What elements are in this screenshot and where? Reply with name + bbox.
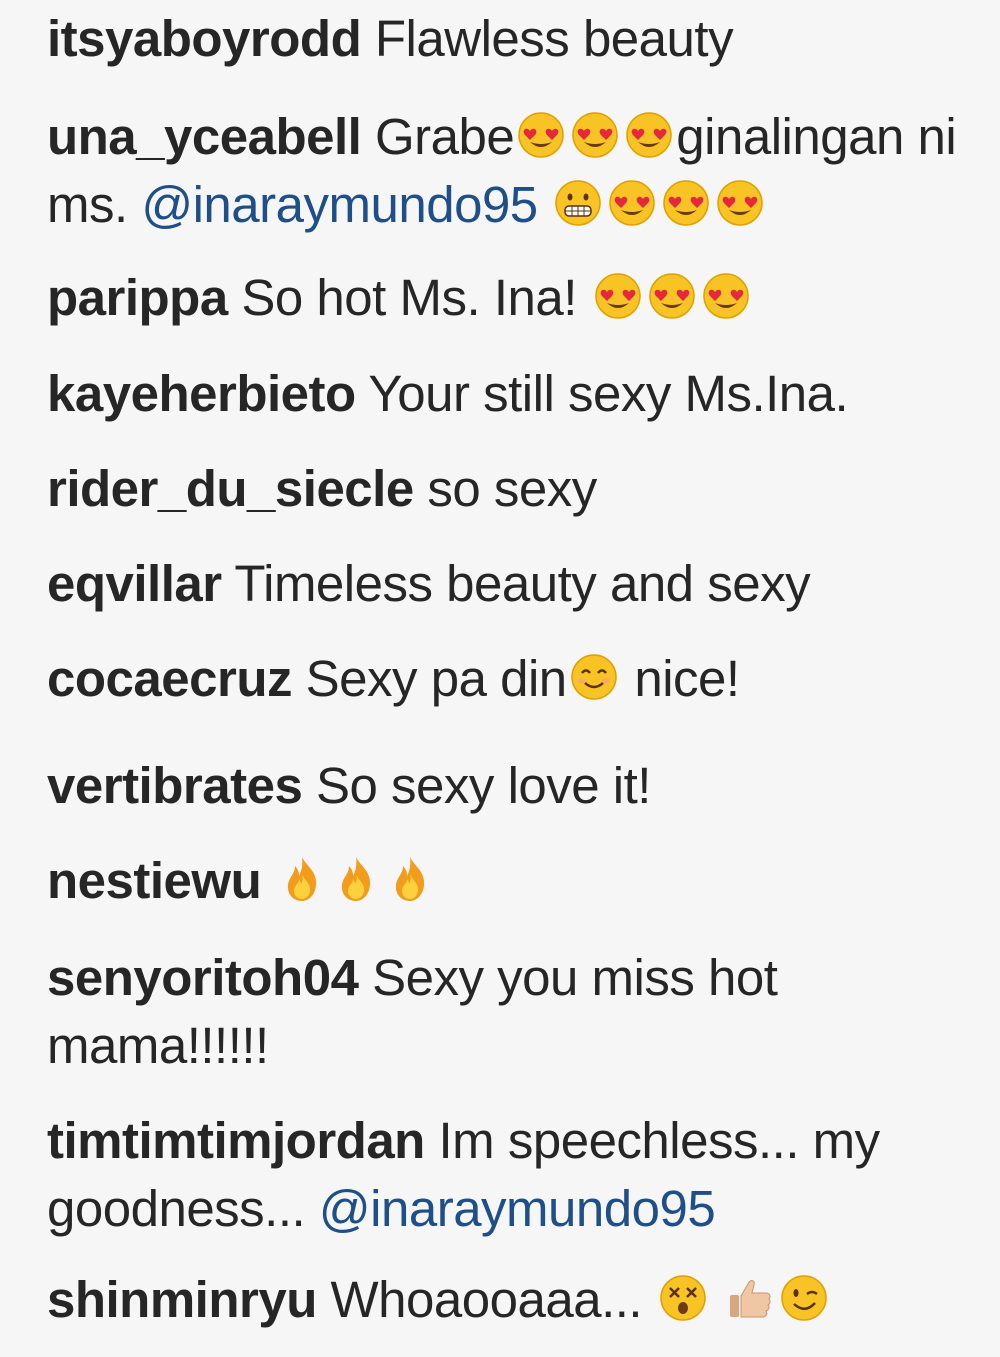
wink-icon <box>779 1273 829 1323</box>
comment-username-link[interactable]: shinminryu <box>47 1271 317 1328</box>
heart-eyes-icon <box>624 110 674 160</box>
comment-username-link[interactable]: cocaecruz <box>47 650 292 707</box>
fire-icon <box>385 854 435 904</box>
heart-eyes-icon <box>593 271 643 321</box>
comment-text: nice! <box>620 650 740 707</box>
heart-eyes-icon <box>701 271 751 321</box>
comment-username-link[interactable]: una_yceabell <box>47 108 362 165</box>
comment-item: eqvillar Timeless beauty and sexy <box>47 550 982 618</box>
comment-username-link[interactable]: vertibrates <box>47 757 303 814</box>
comment-text: So sexy love it! <box>315 757 651 814</box>
comment-item: itsyaboyrodd Flawless beauty <box>47 5 982 73</box>
comment-text: Timeless beauty and sexy <box>234 555 811 612</box>
comment-item: timtimtimjordan Im speechless... my good… <box>47 1107 982 1243</box>
comment-text: Your still sexy Ms.Ina. <box>368 365 849 422</box>
comment-item: cocaecruz Sexy pa din nice! <box>47 645 982 713</box>
comment-text <box>538 176 552 233</box>
comment-text: So hot Ms. Ina! <box>241 269 591 326</box>
comment-item: kayeherbieto Your still sexy Ms.Ina. <box>47 360 982 428</box>
comment-username-link[interactable]: itsyaboyrodd <box>47 10 362 67</box>
comment-item: vertibrates So sexy love it! <box>47 752 982 820</box>
comment-username-link[interactable]: rider_du_siecle <box>47 460 414 517</box>
comment-item: nestiewu <box>47 847 982 915</box>
comment-username-link[interactable]: timtimtimjordan <box>47 1112 425 1169</box>
comment-item: senyoritoh04 Sexy you miss hot mama!!!!!… <box>47 944 982 1080</box>
comment-text <box>710 1271 724 1328</box>
comment-username-link[interactable]: parippa <box>47 269 228 326</box>
thumbs-up-icon <box>725 1273 775 1323</box>
comment-username-link[interactable]: kayeherbieto <box>47 365 356 422</box>
grimace-icon <box>553 178 603 228</box>
comment-text: Whoaooaaa... <box>330 1271 656 1328</box>
dizzy-face-icon <box>658 1273 708 1323</box>
heart-eyes-icon <box>647 271 697 321</box>
comment-item: parippa So hot Ms. Ina! <box>47 264 982 332</box>
heart-eyes-icon <box>570 110 620 160</box>
heart-eyes-icon <box>607 178 657 228</box>
comment-text: Flawless beauty <box>374 10 734 67</box>
comment-text: Sexy pa din <box>305 650 568 707</box>
comment-username-link[interactable]: nestiewu <box>47 852 262 909</box>
comments-list: itsyaboyrodd Flawless beauty una_yceabell… <box>0 0 1000 1357</box>
heart-eyes-icon <box>516 110 566 160</box>
comment-text: so sexy <box>427 460 597 517</box>
comment-username-link[interactable]: eqvillar <box>47 555 222 612</box>
comment-text: Grabe <box>375 108 515 165</box>
mention-link[interactable]: @inaraymundo95 <box>141 176 538 233</box>
fire-icon <box>331 854 381 904</box>
fire-icon <box>277 854 327 904</box>
comment-item: rider_du_siecle so sexy <box>47 455 982 523</box>
comment-item: shinminryu Whoaooaaa... <box>47 1266 982 1334</box>
smile-icon <box>569 652 619 702</box>
heart-eyes-icon <box>715 178 765 228</box>
comment-username-link[interactable]: senyoritoh04 <box>47 949 359 1006</box>
heart-eyes-icon <box>661 178 711 228</box>
mention-link[interactable]: @inaraymundo95 <box>319 1180 716 1237</box>
comment-item: una_yceabell Grabe ginalingan ni ms. @ina… <box>47 103 982 239</box>
